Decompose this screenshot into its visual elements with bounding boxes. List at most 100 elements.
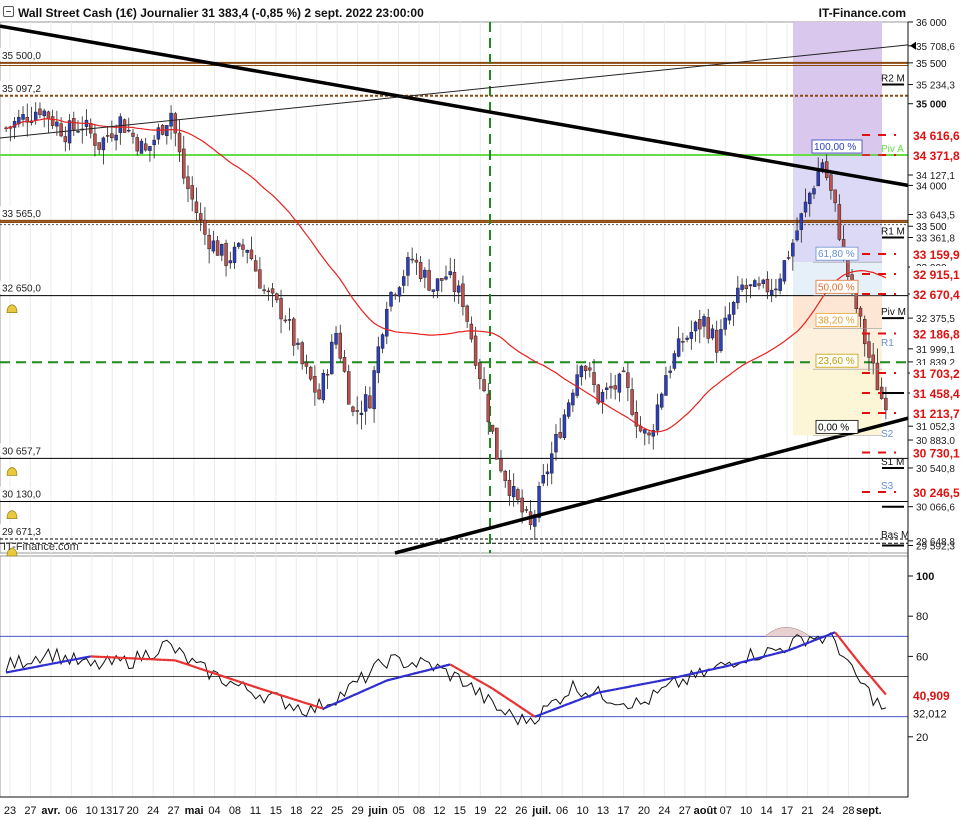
signal-line-segment [767, 653, 772, 657]
y-tick-label: 30 540,8 [916, 464, 955, 475]
candle-body [270, 288, 275, 294]
candle-body [575, 374, 579, 396]
x-tick-label: 24 [658, 805, 670, 817]
x-tick-label: 27 [24, 805, 36, 817]
candle-body [342, 357, 347, 372]
signal-line-segment [644, 681, 650, 685]
osc-y-tick-label: 100 [916, 571, 934, 583]
candle-body [714, 329, 719, 353]
candle-body [59, 123, 63, 137]
signal-line-segment [542, 710, 548, 715]
candle-body [266, 290, 271, 293]
candle-body [241, 244, 245, 250]
candle-body [431, 289, 436, 292]
candle-body [186, 176, 190, 189]
y-tick-label: 33 361,8 [916, 234, 955, 245]
candle-body [643, 429, 647, 434]
candle-body [317, 389, 321, 400]
candle-body [503, 470, 507, 481]
x-tick-label: 17 [781, 805, 793, 817]
candle-body [482, 379, 486, 392]
x-tick-label: 27 [167, 805, 179, 817]
candle-body [537, 486, 541, 519]
candle-body [490, 424, 495, 432]
candle-body [541, 474, 546, 484]
signal-line-segment [538, 712, 544, 717]
signal-line-segment [251, 684, 257, 689]
candle-body [194, 201, 199, 214]
candle-body [486, 393, 491, 423]
candle-body [300, 342, 304, 365]
candle-body [262, 289, 266, 292]
candle-body [829, 174, 833, 191]
price-chart-svg[interactable]: 23 27 avr. 06 10 1317 20 24 27 mai 04 08 11 15 18 22 25 2… [0, 0, 970, 820]
signal-line-segment [775, 651, 781, 655]
x-tick-label: 1317 [100, 805, 124, 817]
y-tick-label: 34 000 [916, 181, 947, 192]
level-label: 33 565,0 [2, 209, 41, 220]
signal-line-segment [762, 654, 768, 658]
signal-line-segment [737, 661, 743, 665]
signal-line-segment [593, 691, 599, 696]
y-tick-label: 31 999,1 [916, 345, 955, 356]
signal-line-segment [56, 660, 62, 664]
signal-line-segment [263, 688, 269, 693]
x-tick-label: 14 [761, 805, 773, 817]
x-tick-label: 17 [617, 805, 629, 817]
candle-body [571, 392, 575, 406]
pivot-label: S2 [881, 429, 894, 440]
candle-body [448, 271, 452, 276]
signal-line-segment [276, 692, 282, 697]
candle-body [97, 142, 101, 150]
signal-line-segment [242, 681, 248, 686]
candle-body [207, 234, 211, 250]
signal-line-segment [10, 669, 15, 673]
signal-line-segment [724, 664, 730, 668]
candle-body [583, 365, 588, 372]
signal-line-segment [259, 687, 265, 691]
candle-body [478, 362, 482, 380]
signal-line-segment [822, 634, 828, 639]
signal-line-segment [589, 693, 595, 697]
candle-body [621, 370, 626, 373]
y-tick-label: 35 234,3 [916, 81, 955, 92]
signal-line-segment [65, 659, 70, 663]
x-tick-label: juil. [531, 805, 551, 817]
candle-body [668, 370, 672, 373]
x-tick-label: 24 [147, 805, 159, 817]
signal-line-segment [720, 665, 726, 669]
signal-line-segment [699, 670, 705, 674]
candle-body [198, 213, 203, 220]
signal-line-segment [682, 673, 688, 677]
signal-line-segment [14, 669, 20, 672]
candle-body [380, 334, 385, 349]
signal-line-segment [86, 655, 91, 659]
signal-line-segment [234, 679, 240, 683]
x-tick-label: 15 [454, 805, 466, 817]
highlight-price-label: 34 616,6 [913, 129, 960, 143]
candle-body [461, 283, 465, 308]
signal-line-segment [314, 704, 320, 709]
signal-line-segment [547, 709, 553, 713]
candle-body [253, 260, 258, 272]
candle-body [516, 489, 520, 500]
candle-body [393, 294, 397, 296]
signal-line-segment [555, 706, 561, 710]
signal-line-segment [35, 664, 41, 668]
candle-body [689, 331, 694, 339]
candle-body [604, 387, 609, 390]
candle-body [368, 395, 372, 409]
candle-body [63, 136, 68, 143]
signal-line-segment [648, 681, 654, 684]
highlight-price-label: 34 371,8 [913, 149, 960, 163]
candle-body [630, 389, 634, 415]
signal-line-segment [669, 676, 675, 680]
candle-body [372, 370, 376, 410]
x-tick-label: 11 [250, 805, 261, 817]
candle-body [110, 133, 114, 139]
signal-line-segment [678, 674, 684, 678]
level-label: 35 097,2 [2, 84, 41, 95]
x-tick-label: août [694, 805, 718, 817]
candle-body [292, 318, 296, 346]
signal-line-segment [386, 678, 392, 682]
